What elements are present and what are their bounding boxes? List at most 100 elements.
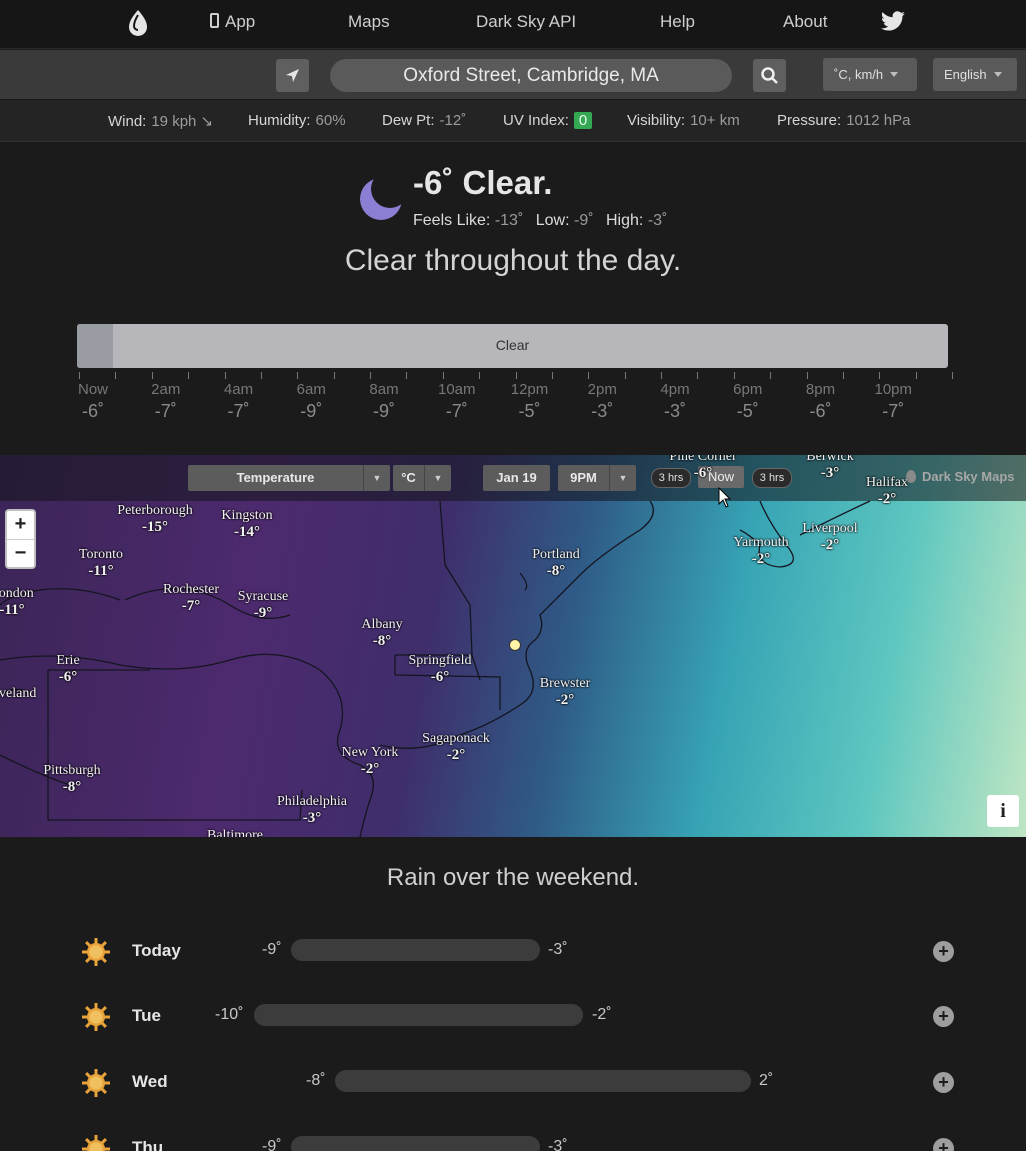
map-city-label: Berwick -3° bbox=[806, 455, 853, 481]
timeline-tick bbox=[842, 372, 844, 379]
uv-index-stat: UV Index: 0 bbox=[503, 112, 593, 129]
day-summary: Clear throughout the day. bbox=[344, 244, 682, 277]
twitter-icon[interactable] bbox=[880, 11, 906, 33]
map-city-name: Kingston bbox=[221, 508, 273, 523]
map-city-temp: -3° bbox=[820, 465, 840, 481]
timeline-hour-label: 6pm bbox=[733, 381, 763, 398]
humidity-stat: Humidity: 60% bbox=[248, 112, 346, 129]
visibility-label: Visibility: bbox=[627, 112, 686, 129]
temperature-range-bar bbox=[335, 1070, 751, 1092]
map-info-button[interactable]: i bbox=[987, 795, 1019, 827]
dark-sky-logo-icon[interactable] bbox=[126, 9, 150, 37]
expand-day-button[interactable]: + bbox=[933, 1072, 954, 1093]
units-dropdown[interactable]: ˚C, km/h bbox=[823, 58, 917, 91]
language-dropdown[interactable]: English bbox=[933, 58, 1017, 91]
timeline-hour-temp: -6˚ bbox=[809, 401, 832, 421]
timeline-tick bbox=[952, 372, 953, 379]
day-low-temp: -9˚ bbox=[262, 941, 282, 958]
map-city-temp: -8° bbox=[62, 779, 82, 795]
feels-like-value: -13˚ bbox=[494, 212, 524, 229]
feels-like-label: Feels Like: bbox=[413, 212, 491, 229]
search-icon bbox=[761, 67, 778, 84]
step-forward-button[interactable]: 3 hrs bbox=[752, 468, 792, 488]
timeline-tick bbox=[115, 372, 117, 379]
nav-help-link[interactable]: Help bbox=[660, 12, 695, 32]
map-city-name: Sagaponack bbox=[422, 731, 490, 746]
day-name: Tue bbox=[132, 1006, 161, 1025]
daily-forecast-row[interactable]: Tue -10˚ -2˚ + bbox=[0, 996, 1026, 1036]
visibility-value: 10+ km bbox=[690, 112, 740, 129]
map-city-name: Yarmouth bbox=[733, 535, 789, 550]
map-city-name: Peterborough bbox=[117, 503, 193, 518]
map-time-value: 9PM bbox=[570, 470, 597, 485]
map-city-name: Berwick bbox=[806, 455, 854, 464]
map-city-name: Pine Corner bbox=[669, 455, 737, 464]
hourly-timeline-bar[interactable]: Clear bbox=[77, 324, 948, 368]
zoom-out-button[interactable]: − bbox=[7, 540, 34, 568]
map-layer-select[interactable]: Temperature ▼ bbox=[188, 465, 390, 491]
map-city-temp: -6° bbox=[693, 465, 713, 481]
nav-maps-link[interactable]: Maps bbox=[348, 12, 390, 32]
day-name: Today bbox=[132, 941, 181, 960]
pressure-value: 1012 hPa bbox=[846, 112, 911, 129]
uv-index-badge: 0 bbox=[573, 112, 593, 129]
sun-icon bbox=[82, 1135, 110, 1151]
day-low-temp: -9˚ bbox=[262, 1138, 282, 1151]
timeline-hour-label: 4am bbox=[223, 381, 254, 398]
visibility-stat: Visibility: 10+ km bbox=[627, 112, 740, 129]
current-location-button[interactable] bbox=[276, 59, 309, 92]
map-city-temp: -9° bbox=[253, 605, 273, 621]
dark-sky-maps-link[interactable]: Dark Sky Maps bbox=[906, 469, 1015, 484]
search-button[interactable] bbox=[753, 59, 786, 92]
timeline-tick bbox=[333, 372, 335, 379]
nav-about-link[interactable]: About bbox=[783, 12, 827, 32]
nav-app-label: App bbox=[225, 12, 256, 31]
map-city-temp: -2° bbox=[555, 692, 575, 708]
day-high-temp: -3˚ bbox=[548, 1138, 568, 1151]
nav-api-link[interactable]: Dark Sky API bbox=[476, 12, 576, 32]
timeline-tick bbox=[188, 372, 190, 379]
dew-point-stat: Dew Pt: -12˚ bbox=[382, 112, 466, 129]
temperature-range-bar bbox=[291, 1136, 540, 1151]
nav-app-link[interactable]: App bbox=[210, 12, 255, 32]
map-time-select[interactable]: 9PM ▼ bbox=[558, 465, 636, 491]
chevron-down-icon bbox=[890, 72, 899, 77]
day-high-temp: -3˚ bbox=[548, 941, 568, 958]
map-city-name: Baltimore bbox=[207, 828, 263, 837]
location-search-input[interactable] bbox=[330, 59, 732, 92]
expand-day-button[interactable]: + bbox=[933, 1138, 954, 1151]
timeline-tick bbox=[915, 372, 917, 379]
map-city-label: Portland -8° bbox=[532, 547, 579, 579]
map-city-temp: -7° bbox=[181, 598, 201, 614]
map-city-name: Brewster bbox=[539, 676, 591, 691]
map-city-name: Albany bbox=[361, 617, 403, 632]
timeline-hour-label: 10pm bbox=[874, 381, 913, 398]
weather-map[interactable]: Temperature ▼ °C ▼ Jan 19 9PM ▼ 3 hrs Now 3… bbox=[0, 455, 1026, 837]
day-name: Wed bbox=[132, 1072, 168, 1091]
map-layer-value: Temperature bbox=[236, 470, 315, 485]
daily-forecast-row[interactable]: Today -9˚ -3˚ + bbox=[0, 931, 1026, 971]
map-date-select[interactable]: Jan 19 bbox=[483, 465, 550, 491]
wind-stat: Wind: 19 kph ↘ bbox=[108, 112, 213, 130]
map-city-name: Erie bbox=[56, 653, 80, 668]
daily-forecast-row[interactable]: Wed -8˚ 2˚ + bbox=[0, 1062, 1026, 1102]
map-city-name: Springfield bbox=[408, 653, 472, 668]
map-unit-select[interactable]: °C ▼ bbox=[393, 465, 451, 491]
timeline-hour-temp: -6˚ bbox=[82, 401, 104, 421]
day-high-temp: 2˚ bbox=[759, 1072, 774, 1089]
expand-day-button[interactable]: + bbox=[933, 1006, 954, 1027]
daily-forecast-row[interactable]: Thu -9˚ -3˚ + bbox=[0, 1128, 1026, 1151]
conditions-bar: Wind: 19 kph ↘ Humidity: 60% Dew Pt: -12˚ U… bbox=[0, 100, 1026, 142]
zoom-in-button[interactable]: + bbox=[7, 511, 34, 539]
map-city-temp: -2° bbox=[877, 491, 897, 507]
map-city-name: Rochester bbox=[163, 582, 219, 597]
expand-day-button[interactable]: + bbox=[933, 941, 954, 962]
map-city-label: Toronto -11° bbox=[79, 547, 123, 579]
map-city-label: New York -2° bbox=[342, 745, 399, 777]
map-city-label: Syracuse -9° bbox=[238, 589, 289, 621]
map-city-label: Yarmouth -2° bbox=[733, 535, 788, 567]
map-city-temp: -11° bbox=[0, 602, 25, 618]
map-city-label: Erie -6° bbox=[56, 653, 79, 685]
map-city-label: Liverpool -2° bbox=[802, 521, 857, 553]
timeline-tick bbox=[770, 372, 772, 379]
